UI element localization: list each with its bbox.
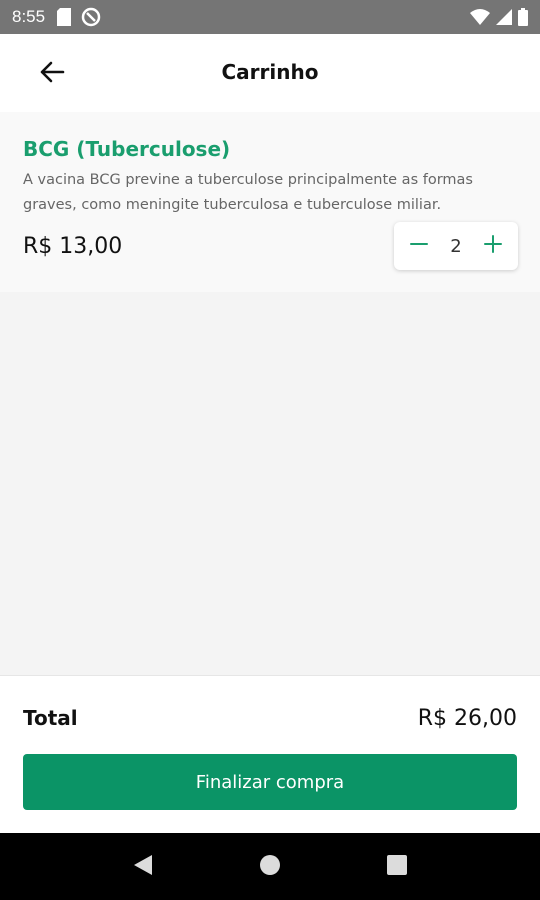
increment-button[interactable]	[482, 235, 504, 257]
system-nav-bar	[0, 833, 540, 900]
status-right-icons	[470, 8, 528, 26]
total-value: R$ 26,00	[417, 706, 517, 731]
checkout-footer: Total R$ 26,00 Finalizar compra	[0, 675, 540, 833]
page-title: Carrinho	[221, 60, 319, 84]
item-name: BCG (Tuberculose)	[23, 137, 231, 161]
item-description: A vacina BCG previne a tuberculose princ…	[23, 172, 473, 213]
cart-item: BCG (Tuberculose) A vacina BCG previne a…	[0, 112, 540, 292]
battery-icon	[518, 8, 528, 26]
status-bar: 8:55	[0, 0, 540, 34]
do-not-disturb-icon	[81, 7, 101, 27]
home-circle-icon	[259, 854, 281, 880]
signal-icon	[496, 9, 512, 25]
quantity-stepper: 2	[394, 222, 518, 270]
quantity-value: 2	[450, 235, 462, 257]
nav-back-button[interactable]	[123, 847, 163, 887]
nav-recents-button[interactable]	[377, 847, 417, 887]
nav-home-button[interactable]	[250, 847, 290, 887]
wifi-icon	[470, 9, 490, 25]
status-time: 8:55	[12, 7, 46, 26]
back-triangle-icon	[132, 853, 154, 881]
recents-square-icon	[386, 854, 408, 880]
item-price: R$ 13,00	[23, 234, 123, 259]
app-bar: Carrinho	[0, 34, 540, 112]
minus-icon	[409, 234, 429, 258]
sd-card-icon	[57, 8, 72, 26]
decrement-button[interactable]	[408, 235, 430, 257]
total-label: Total	[23, 706, 78, 730]
plus-icon	[483, 234, 503, 258]
checkout-button[interactable]: Finalizar compra	[23, 754, 517, 810]
status-left-icons	[57, 7, 101, 27]
